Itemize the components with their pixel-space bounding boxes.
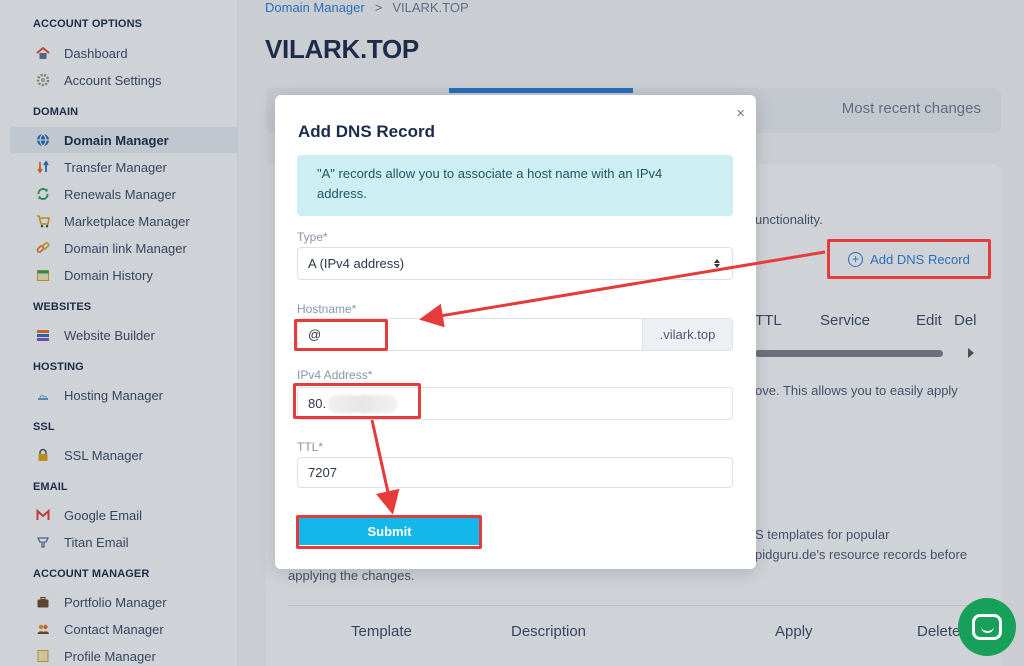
chat-icon xyxy=(972,614,1002,640)
arrow-to-submit xyxy=(370,419,400,515)
chat-support-button[interactable] xyxy=(958,598,1016,656)
annotation-arrows xyxy=(370,250,826,515)
arrow-to-hostname xyxy=(419,250,826,328)
